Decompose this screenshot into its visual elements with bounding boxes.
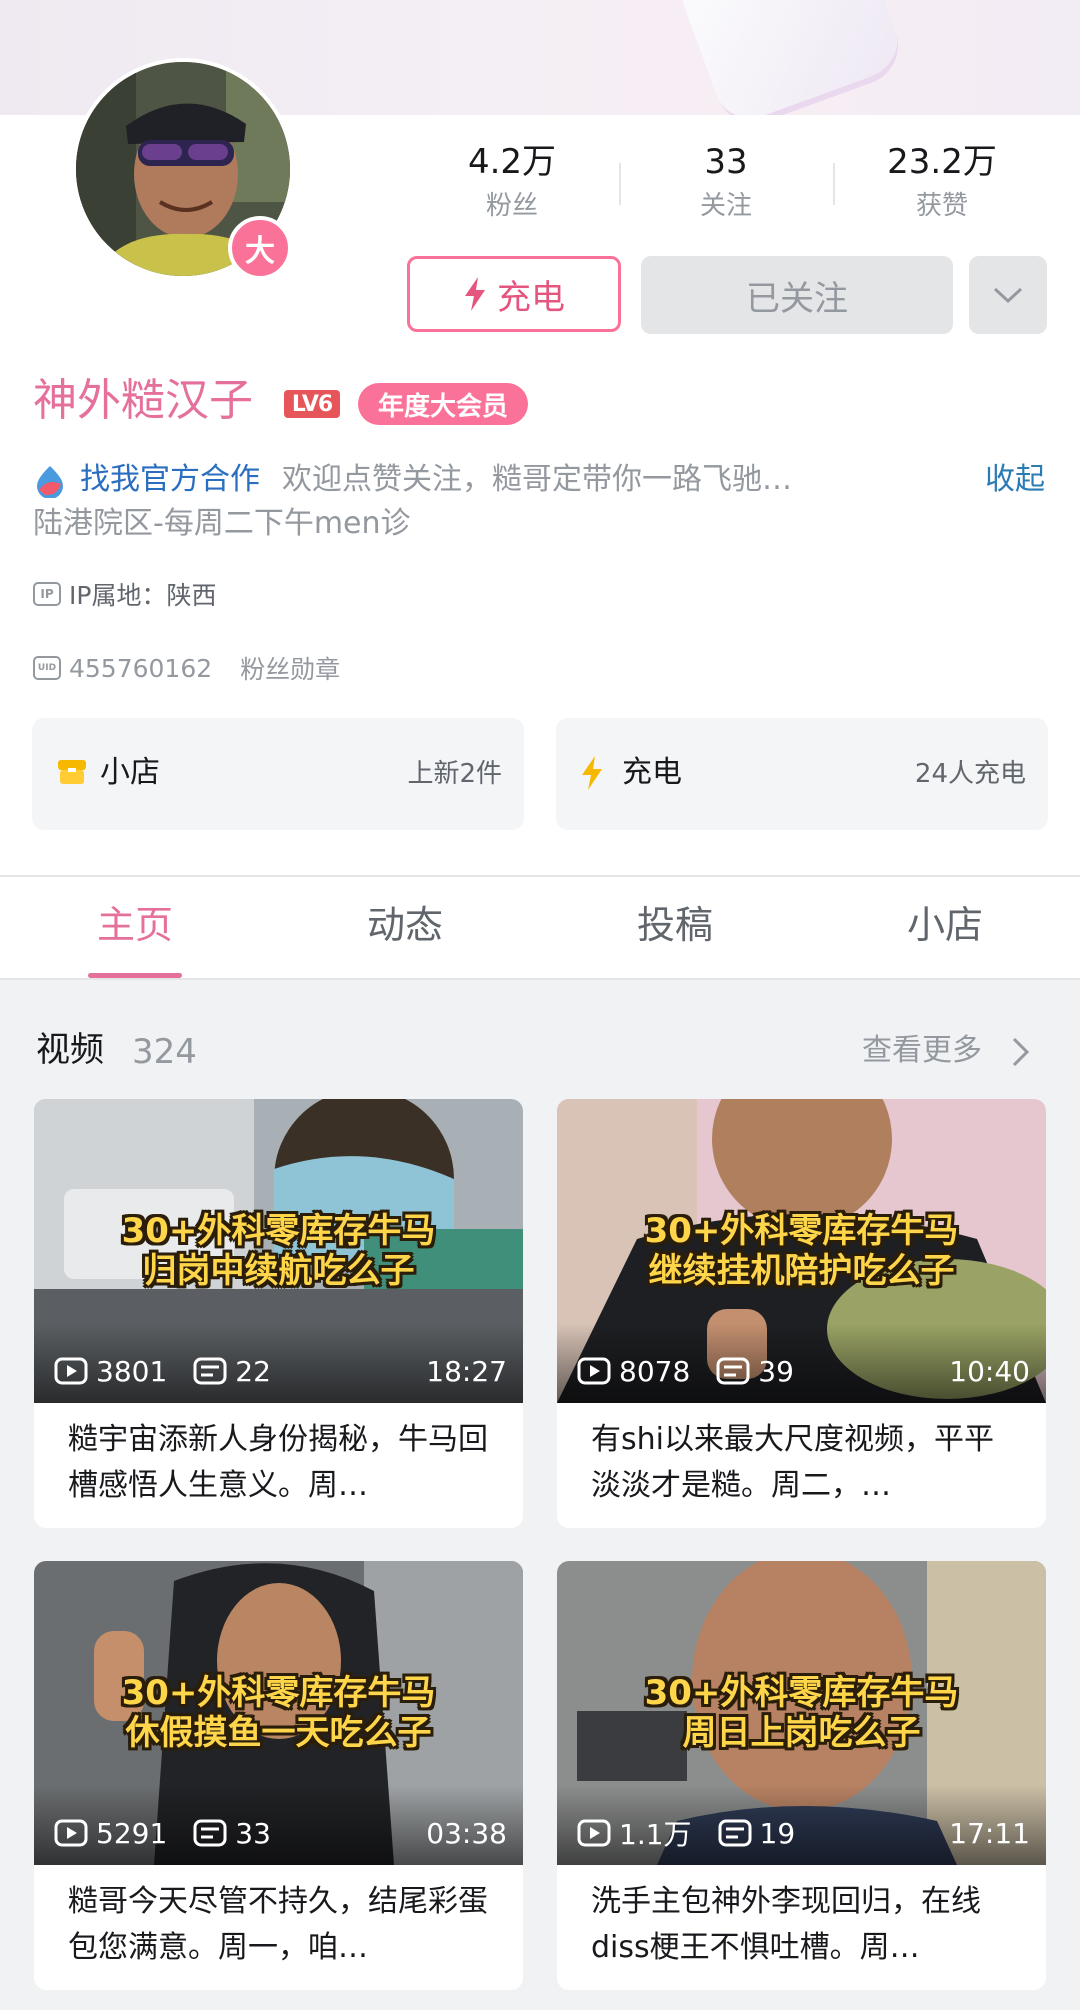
stat-label: 粉丝 bbox=[485, 191, 538, 221]
danmaku-count: 22 bbox=[235, 1354, 271, 1388]
video-duration: 10:40 bbox=[949, 1354, 1030, 1388]
shop-icon bbox=[58, 760, 86, 784]
divider bbox=[833, 163, 835, 205]
ip-location-text: IP属地：陕西 bbox=[69, 581, 217, 610]
video-thumbnail: 30+外科零库存牛马 归岗中续航吃么子 3801 22 18:27 bbox=[34, 1099, 523, 1403]
thumbnail-caption-line1: 30+外科零库存牛马 bbox=[121, 1673, 436, 1713]
video-meta: 1.1万 19 17:11 bbox=[577, 1813, 1030, 1853]
followed-button[interactable]: 已关注 bbox=[641, 256, 953, 334]
charge-card[interactable]: 充电 24人充电 bbox=[556, 718, 1048, 830]
tab-active-indicator bbox=[88, 973, 182, 978]
ip-icon: IP bbox=[33, 582, 61, 606]
section-count: 324 bbox=[132, 1032, 197, 1072]
danmaku-count: 19 bbox=[759, 1816, 796, 1850]
tab-shop[interactable]: 小店 bbox=[810, 895, 1080, 955]
thumbnail-caption-line1: 30+外科零库存牛马 bbox=[121, 1211, 436, 1251]
bio-text-line2: 陆港院区-每周二下午men诊 bbox=[33, 506, 411, 541]
charge-button[interactable]: 充电 bbox=[407, 256, 621, 332]
uid-text[interactable]: 455760162 bbox=[69, 654, 212, 683]
stat-fans[interactable]: 4.2万 粉丝 bbox=[412, 140, 612, 224]
video-thumbnail: 30+外科零库存牛马 继续挂机陪护吃么子 8078 39 10:40 bbox=[557, 1099, 1046, 1403]
tab-home[interactable]: 主页 bbox=[0, 895, 270, 955]
play-count-icon bbox=[54, 1357, 88, 1385]
chevron-right-icon bbox=[1012, 1037, 1029, 1066]
video-meta: 5291 33 03:38 bbox=[54, 1813, 507, 1853]
uid-icon: UID bbox=[33, 656, 61, 680]
level-badge: LV6 bbox=[284, 390, 340, 418]
charge-card-info: 24人充电 bbox=[914, 759, 1026, 789]
video-duration: 03:38 bbox=[426, 1816, 507, 1850]
video-title: 糙宇宙添新人身份揭秘，牛马回槽感悟人生意义。周… bbox=[68, 1422, 488, 1503]
stat-following[interactable]: 33 关注 bbox=[626, 140, 826, 224]
video-thumbnail: 30+外科零库存牛马 周日上岗吃么子 1.1万 19 17:11 bbox=[557, 1561, 1046, 1865]
danmaku-icon bbox=[716, 1357, 750, 1385]
cooperation-icon bbox=[37, 466, 63, 498]
divider bbox=[619, 163, 621, 205]
thumbnail-caption-line2: 继续挂机陪护吃么子 bbox=[648, 1251, 955, 1291]
video-title: 洗手主包神外李现回归，在线diss梗王不惧吐槽。周… bbox=[591, 1884, 981, 1965]
user-name: 神外糙汉子 bbox=[33, 375, 253, 426]
video-duration: 18:27 bbox=[426, 1354, 507, 1388]
video-title: 有shi以来最大尺度视频，平平淡淡才是糙。周二，… bbox=[591, 1422, 994, 1503]
video-card[interactable]: 30+外科零库存牛马 周日上岗吃么子 1.1万 19 17:11 洗手主包神外李… bbox=[557, 1561, 1046, 1990]
ip-location: IP IP属地：陕西 bbox=[33, 576, 216, 612]
bio-text: 欢迎点赞关注，糙哥定带你一路飞驰… bbox=[282, 462, 792, 497]
thumbnail-caption-line1: 30+外科零库存牛马 bbox=[644, 1211, 959, 1251]
play-count: 1.1万 bbox=[619, 1818, 692, 1851]
video-meta: 8078 39 10:40 bbox=[577, 1351, 1030, 1391]
tab-uploads[interactable]: 投稿 bbox=[540, 895, 810, 955]
lightning-icon bbox=[465, 277, 485, 311]
shop-card-label: 小店 bbox=[100, 755, 160, 790]
danmaku-count: 39 bbox=[758, 1354, 794, 1388]
video-duration: 17:11 bbox=[949, 1816, 1030, 1850]
shop-card[interactable]: 小店 上新2件 bbox=[32, 718, 524, 830]
stat-label: 获赞 bbox=[915, 191, 968, 221]
video-card[interactable]: 30+外科零库存牛马 休假摸鱼一天吃么子 5291 33 03:38 糙哥今天尽… bbox=[34, 1561, 523, 1990]
more-dropdown-button[interactable] bbox=[969, 256, 1047, 334]
stat-likes[interactable]: 23.2万 获赞 bbox=[842, 140, 1042, 224]
danmaku-icon bbox=[193, 1357, 227, 1385]
video-card[interactable]: 30+外科零库存牛马 继续挂机陪护吃么子 8078 39 10:40 有shi以… bbox=[557, 1099, 1046, 1528]
lightning-icon bbox=[582, 756, 602, 790]
tab-dynamic[interactable]: 动态 bbox=[270, 895, 540, 955]
video-thumbnail: 30+外科零库存牛马 休假摸鱼一天吃么子 5291 33 03:38 bbox=[34, 1561, 523, 1865]
danmaku-icon bbox=[193, 1819, 227, 1847]
stat-label: 关注 bbox=[699, 191, 752, 221]
stat-value: 33 bbox=[704, 142, 748, 182]
video-card[interactable]: 30+外科零库存牛马 归岗中续航吃么子 3801 22 18:27 糙宇宙添新人… bbox=[34, 1099, 523, 1528]
cooperation-link[interactable]: 找我官方合作 bbox=[80, 458, 260, 502]
play-count: 8078 bbox=[619, 1354, 691, 1388]
thumbnail-caption-line2: 周日上岗吃么子 bbox=[682, 1713, 921, 1753]
play-count-icon bbox=[54, 1819, 88, 1847]
thumbnail-caption-line2: 休假摸鱼一天吃么子 bbox=[125, 1713, 432, 1753]
uid-row: UID 455760162 粉丝勋章 bbox=[33, 650, 340, 686]
video-meta: 3801 22 18:27 bbox=[54, 1351, 507, 1391]
charge-button-label: 充电 bbox=[497, 277, 565, 318]
section-title: 视频 bbox=[36, 1030, 104, 1070]
collapse-link[interactable]: 收起 bbox=[985, 458, 1045, 502]
video-title: 糙哥今天尽管不持久，结尾彩蛋包您满意。周一，咱… bbox=[68, 1884, 488, 1965]
charge-card-label: 充电 bbox=[622, 755, 682, 790]
thumbnail-caption-line1: 30+外科零库存牛马 bbox=[644, 1673, 959, 1713]
fan-medal-link[interactable]: 粉丝勋章 bbox=[240, 650, 340, 686]
play-count-icon bbox=[577, 1819, 611, 1847]
official-badge-icon: 大 bbox=[228, 216, 292, 280]
play-count: 3801 bbox=[96, 1354, 168, 1388]
stat-value: 23.2万 bbox=[887, 142, 997, 182]
danmaku-icon bbox=[718, 1819, 752, 1847]
play-count: 5291 bbox=[96, 1816, 168, 1850]
see-more-label: 查看更多 bbox=[862, 1033, 982, 1068]
chevron-down-icon bbox=[993, 287, 1023, 304]
play-count-icon bbox=[577, 1357, 611, 1385]
shop-card-info: 上新2件 bbox=[407, 759, 502, 789]
stat-value: 4.2万 bbox=[467, 142, 557, 182]
danmaku-count: 33 bbox=[235, 1816, 271, 1850]
vip-badge[interactable]: 年度大会员 bbox=[358, 383, 529, 425]
thumbnail-caption-line2: 归岗中续航吃么子 bbox=[142, 1251, 415, 1291]
see-more-link[interactable]: 查看更多 bbox=[862, 1028, 1032, 1074]
